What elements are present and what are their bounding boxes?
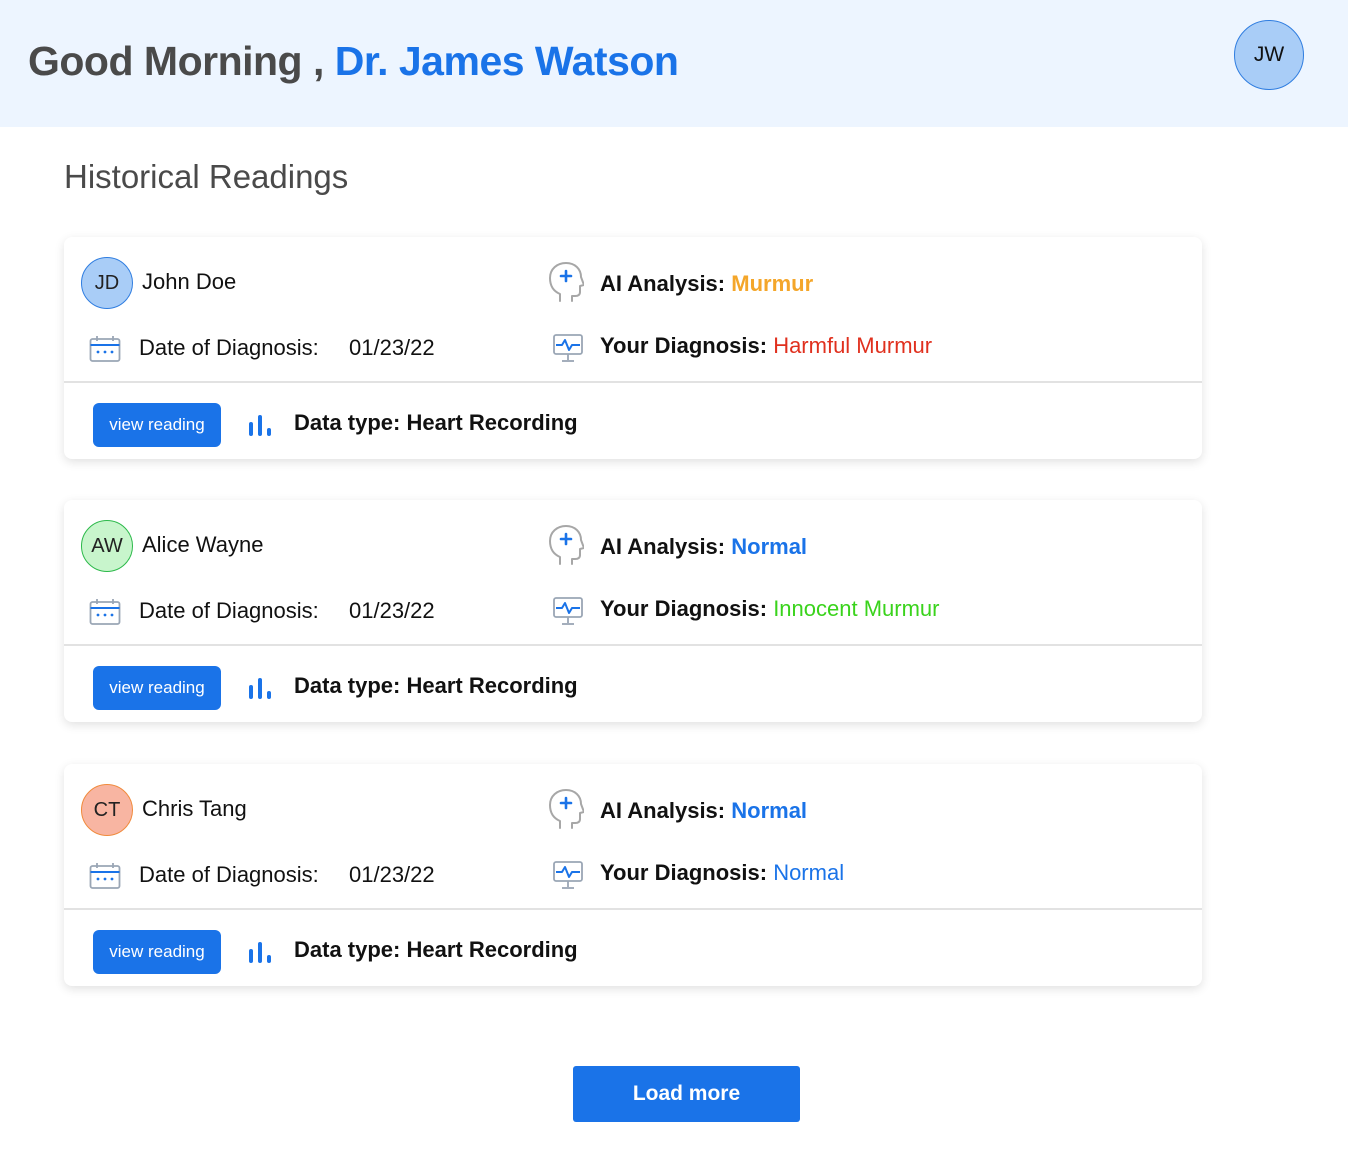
bar-chart-icon <box>247 413 273 442</box>
calendar-icon <box>89 598 121 631</box>
bar-chart-icon <box>247 676 273 705</box>
greeting: Good Morning , Dr. James Watson <box>28 38 679 85</box>
user-avatar[interactable]: JW <box>1234 20 1304 90</box>
divider <box>64 908 1202 910</box>
patient-avatar: AW <box>81 520 133 572</box>
data-type-label: Data type: Heart Recording <box>294 937 578 962</box>
data-type-label: Data type: Heart Recording <box>294 673 578 698</box>
your-diagnosis-label: Your Diagnosis: <box>600 860 768 885</box>
ai-analysis: AI Analysis: Normal <box>600 798 807 824</box>
your-diagnosis-label: Your Diagnosis: <box>600 333 768 358</box>
view-reading-button[interactable]: view reading <box>93 666 221 710</box>
data-type-label: Data type: Heart Recording <box>294 410 578 435</box>
view-reading-button[interactable]: view reading <box>93 403 221 447</box>
reading-card: JD John Doe Date of Diagnosis: 01/23/22 <box>64 237 1202 459</box>
ai-analysis-value: Murmur <box>731 271 814 296</box>
divider <box>64 644 1202 646</box>
date-of-diagnosis-label: Date of Diagnosis: <box>139 598 319 623</box>
date-of-diagnosis-label: Date of Diagnosis: <box>139 335 319 360</box>
patient-avatar: JD <box>81 257 133 309</box>
header: Good Morning , Dr. James Watson JW <box>0 0 1348 127</box>
ai-analysis-label: AI Analysis: <box>600 271 726 296</box>
ai-analysis: AI Analysis: Normal <box>600 534 807 560</box>
doctor-name: Dr. James Watson <box>334 38 679 84</box>
monitor-pulse-icon <box>552 595 584 632</box>
your-diagnosis-value: Innocent Murmur <box>773 596 940 621</box>
calendar-icon <box>89 862 121 895</box>
bar-chart-icon <box>247 940 273 969</box>
ai-analysis-label: AI Analysis: <box>600 534 726 559</box>
page-title: Historical Readings <box>64 158 349 195</box>
date-of-diagnosis-value: 01/23/22 <box>349 862 435 887</box>
patient-name: John Doe <box>142 269 237 294</box>
ai-analysis-value: Normal <box>731 534 808 559</box>
head-plus-icon <box>548 524 585 571</box>
your-diagnosis-label: Your Diagnosis: <box>600 596 768 621</box>
view-reading-button[interactable]: view reading <box>93 930 221 974</box>
reading-card: CT Chris Tang Date of Diagnosis: 01/23/2… <box>64 764 1202 986</box>
monitor-pulse-icon <box>552 859 584 896</box>
load-more-button[interactable]: Load more <box>573 1066 800 1122</box>
monitor-pulse-icon <box>552 332 584 369</box>
your-diagnosis: Your Diagnosis: Innocent Murmur <box>600 596 939 622</box>
ai-analysis: AI Analysis: Murmur <box>600 271 813 297</box>
ai-analysis-value: Normal <box>731 798 808 823</box>
ai-analysis-label: AI Analysis: <box>600 798 726 823</box>
patient-name: Chris Tang <box>142 796 247 821</box>
reading-card: AW Alice Wayne Date of Diagnosis: 01/23/… <box>64 500 1202 722</box>
date-of-diagnosis-label: Date of Diagnosis: <box>139 862 319 887</box>
head-plus-icon <box>548 788 585 835</box>
your-diagnosis: Your Diagnosis: Normal <box>600 860 844 886</box>
divider <box>64 381 1202 383</box>
date-of-diagnosis-value: 01/23/22 <box>349 335 435 360</box>
patient-name: Alice Wayne <box>142 532 264 557</box>
calendar-icon <box>89 335 121 368</box>
your-diagnosis-value: Harmful Murmur <box>773 333 933 358</box>
patient-avatar: CT <box>81 784 133 836</box>
date-of-diagnosis-value: 01/23/22 <box>349 598 435 623</box>
your-diagnosis-value: Normal <box>773 860 845 885</box>
your-diagnosis: Your Diagnosis: Harmful Murmur <box>600 333 932 359</box>
head-plus-icon <box>548 261 585 308</box>
greeting-prefix: Good Morning , <box>28 38 324 84</box>
